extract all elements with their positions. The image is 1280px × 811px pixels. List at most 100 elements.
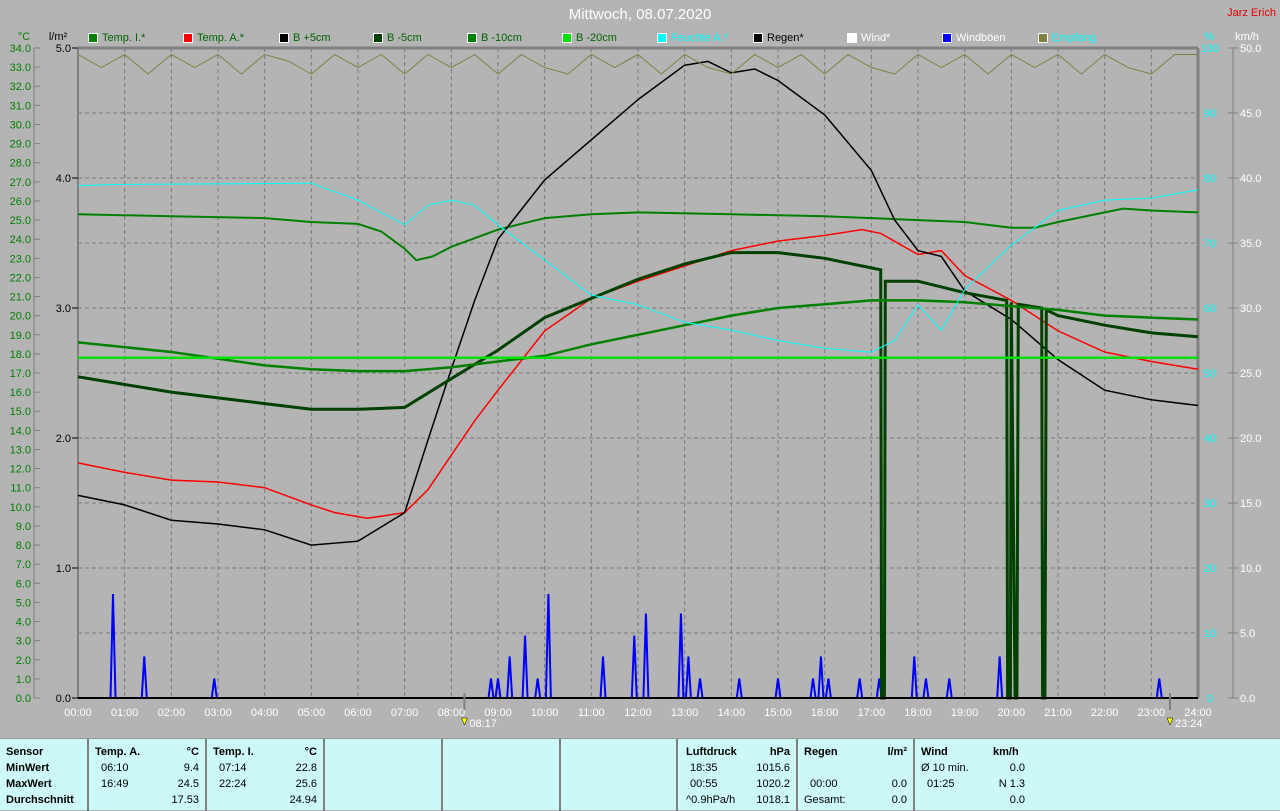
temp-tick-label: 7.0	[16, 559, 31, 571]
humidity-tick-label: 80	[1204, 173, 1216, 185]
x-tick-label: 05:00	[298, 707, 326, 719]
temp-tick-label: 16.0	[10, 387, 31, 399]
avg-value: 24.94	[289, 794, 317, 806]
humidity-tick-label: 50	[1204, 368, 1216, 380]
temp-tick-label: 8.0	[16, 540, 31, 552]
wind-tick-label: 20.0	[1240, 433, 1261, 445]
min-value: 9.4	[183, 762, 199, 774]
max-value: 25.6	[295, 778, 317, 790]
temp-tick-label: 24.0	[10, 234, 31, 246]
temp-tick-label: 29.0	[10, 139, 31, 151]
rain-tick-label: 5.0	[56, 43, 71, 55]
x-tick-label: 11:00	[578, 707, 605, 719]
gust-spike	[684, 656, 692, 699]
x-tick-label: 10:00	[531, 707, 559, 719]
wind-tick-label: 40.0	[1240, 173, 1261, 185]
gust-spike	[910, 656, 918, 699]
x-tick-label: 02:00	[158, 707, 186, 719]
gust-spike	[996, 656, 1004, 699]
avg-value: 0.0	[1009, 762, 1025, 774]
gust-spike	[534, 678, 542, 699]
temp-tick-label: 11.0	[10, 483, 31, 495]
gust-spike	[506, 656, 514, 699]
temp-tick-label: 5.0	[16, 597, 31, 609]
temp-tick-label: 32.0	[10, 81, 31, 93]
header-temp-i: Temp. I.	[213, 746, 254, 758]
rain-tick-label: 1.0	[56, 563, 71, 575]
humidity-tick-label: 100	[1201, 43, 1219, 55]
max-value: N 1.3	[998, 778, 1025, 790]
col-wind: Wind km/h Ø 10 min. 0.0 01:25 N 1.3 0.0	[913, 739, 1280, 811]
humidity-tick-label: 60	[1204, 303, 1216, 315]
gust-spike	[1155, 678, 1163, 699]
x-tick-label: 12:00	[624, 707, 652, 719]
gust-spike	[210, 678, 218, 699]
temp-tick-label: 15.0	[10, 406, 31, 418]
wind-tick-label: 50.0	[1240, 43, 1261, 55]
temp-tick-label: 22.0	[10, 272, 31, 284]
avg-label: Ø 10 min.	[921, 762, 969, 774]
x-tick-label: 19:00	[951, 707, 979, 719]
gust-spike	[642, 613, 650, 699]
gust-spike	[824, 678, 832, 699]
header-wind: Wind	[921, 746, 948, 758]
sun-marker-icon	[461, 717, 468, 726]
x-tick-label: 21:00	[1044, 707, 1072, 719]
col-empty-1	[323, 739, 441, 811]
gust-spike	[544, 593, 552, 699]
gust-spike	[856, 678, 864, 699]
gust-spike	[735, 678, 743, 699]
last-value: 0.0	[1009, 794, 1025, 806]
row-label-min: MinWert	[6, 762, 50, 774]
temp-tick-label: 25.0	[10, 215, 31, 227]
sun-marker-icon	[1166, 717, 1174, 726]
x-tick-label: 18:00	[904, 707, 932, 719]
temp-tick-label: 13.0	[10, 444, 31, 456]
col-empty-2	[441, 739, 559, 811]
row-label-max: MaxWert	[6, 778, 52, 790]
unit: °C	[304, 746, 317, 758]
total-value: 0.0	[891, 794, 907, 806]
header-pressure: Luftdruck	[686, 746, 737, 758]
temp-tick-label: 19.0	[10, 330, 31, 342]
stats-table: Sensor MinWert MaxWert Durchschnitt Temp…	[0, 738, 1280, 811]
temp-tick-label: 23.0	[10, 253, 31, 265]
humidity-tick-label: 40	[1204, 433, 1216, 445]
temp-tick-label: 2.0	[16, 655, 31, 667]
wind-tick-label: 0.0	[1240, 693, 1255, 705]
humidity-tick-label: 90	[1204, 108, 1216, 120]
wind-tick-label: 45.0	[1240, 108, 1261, 120]
col-temp-a: Temp. A. °C 06:10 9.4 16:49 24.5 17.53	[87, 739, 205, 811]
wind-tick-label: 5.0	[1240, 628, 1255, 640]
x-tick-label: 00:00	[64, 707, 92, 719]
x-tick-label: 03:00	[204, 707, 232, 719]
temp-tick-label: 30.0	[10, 119, 31, 131]
rain-axis-label: l/m²	[49, 31, 68, 43]
avg-value: 1018.1	[756, 794, 790, 806]
humidity-tick-label: 10	[1204, 628, 1216, 640]
header-temp-a: Temp. A.	[95, 746, 141, 758]
unit: km/h	[993, 746, 1019, 758]
max-time: 00:00	[810, 778, 838, 790]
max-time: 16:49	[101, 778, 129, 790]
sun-marker-label: 08:17	[469, 718, 497, 730]
gust-spike	[696, 678, 704, 699]
max-time: 22:24	[219, 778, 247, 790]
temp-tick-label: 28.0	[10, 158, 31, 170]
trend: ^0.9hPa/h	[686, 794, 736, 806]
wind-tick-label: 10.0	[1240, 563, 1261, 575]
x-tick-label: 04:00	[251, 707, 279, 719]
x-tick-label: 06:00	[344, 707, 372, 719]
x-tick-label: 22:00	[1091, 707, 1119, 719]
humidity-axis-label: %	[1204, 31, 1214, 43]
humidity-tick-label: 0	[1207, 693, 1213, 705]
temp-tick-label: 6.0	[16, 578, 31, 590]
col-temp-i: Temp. I. °C 07:14 22.8 22:24 25.6 24.94	[205, 739, 323, 811]
gust-spike	[677, 613, 685, 699]
wind-axis-label: km/h	[1235, 31, 1259, 43]
col-rain: Regen l/m² 00:00 0.0 Gesamt: 0.0	[796, 739, 913, 811]
temp-tick-label: 0.0	[16, 693, 31, 705]
temp-tick-label: 18.0	[10, 349, 31, 361]
gust-spike	[945, 678, 953, 699]
temp-tick-label: 1.0	[16, 674, 31, 686]
